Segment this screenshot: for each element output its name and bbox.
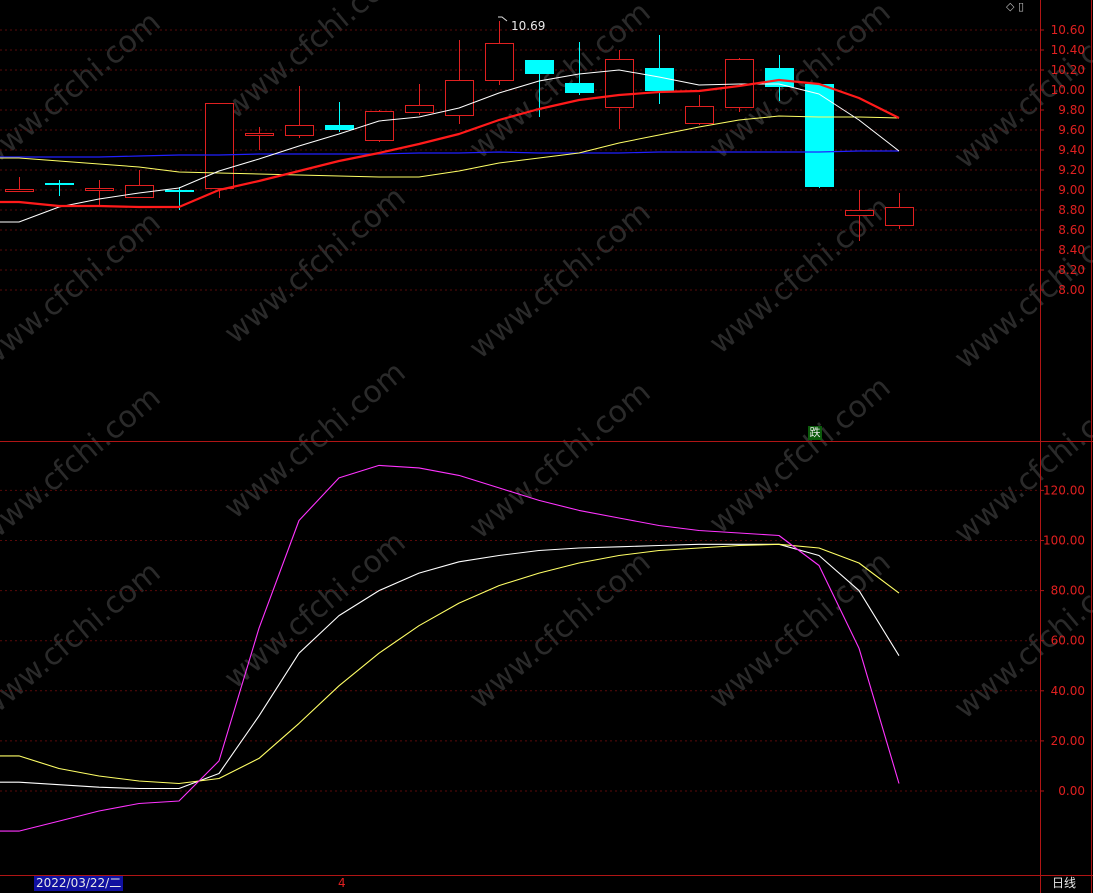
price-tick-label: 8.00 [1058, 283, 1085, 297]
indicator-tick-label: 80.00 [1051, 584, 1085, 598]
diamond-icon[interactable]: ◇ [1006, 0, 1014, 13]
price-tick-label: 8.20 [1058, 263, 1085, 277]
candle-body-up [685, 106, 714, 124]
cursor-date-label: 2022/03/22/二 [34, 876, 124, 891]
indicator-tick-label: 60.00 [1051, 634, 1085, 648]
indicator-tick-label: 40.00 [1051, 684, 1085, 698]
indicator-tick-label: 120.00 [1043, 483, 1085, 497]
candle-body-up [5, 189, 34, 192]
candle-body-up [205, 103, 234, 189]
candle-body-up [885, 207, 914, 226]
candle-body-down [325, 125, 354, 130]
price-tick-label: 8.40 [1058, 243, 1085, 257]
price-tick-label: 9.40 [1058, 143, 1085, 157]
price-axis: 10.60 10.40 10.20 10.00 9.80 9.60 9.40 9.20 9.00… [1040, 23, 1085, 798]
candle-body-up [605, 59, 634, 108]
indicator-tick-label: 0.00 [1058, 784, 1085, 798]
price-tick-label: 10.20 [1051, 63, 1085, 77]
candle-body-down [565, 83, 594, 93]
price-tick-label: 8.60 [1058, 223, 1085, 237]
max-value-label: 10.69 [511, 19, 545, 33]
top-right-icons[interactable]: ◇ ▯ [1006, 0, 1024, 13]
drop-badge: 跌 [808, 426, 822, 440]
candle-body-up [405, 105, 434, 113]
price-tick-label: 9.00 [1058, 183, 1085, 197]
price-tick-label: 9.20 [1058, 163, 1085, 177]
candle-body-down [45, 183, 74, 185]
watermark-layer: www.cfchi.com www.cfchi.com www.cfchi.com w… [0, 0, 1093, 726]
price-tick-label: 9.80 [1058, 103, 1085, 117]
watermark-text: www.cfchi.com [463, 375, 658, 546]
stock-chart[interactable]: www.cfchi.com www.cfchi.com www.cfchi.com w… [0, 0, 1093, 893]
month-marker: 4 [338, 876, 346, 890]
candle-body-down [165, 190, 194, 192]
candle-body-down [805, 84, 834, 187]
price-tick-label: 10.40 [1051, 43, 1085, 57]
period-selector[interactable]: 日线 [1052, 876, 1076, 891]
candle-body-up [245, 133, 274, 136]
max-annotation: 10.69 [498, 16, 545, 33]
candle-body-up [845, 210, 874, 216]
price-tick-label: 9.60 [1058, 123, 1085, 137]
candle-body-up [365, 111, 394, 141]
watermark-text: www.cfchi.com [218, 525, 413, 696]
chart-frame [0, 0, 1093, 893]
candle-body-down [525, 60, 554, 74]
square-icon[interactable]: ▯ [1018, 0, 1024, 13]
watermark-text: www.cfchi.com [463, 195, 658, 366]
watermark-text: www.cfchi.com [948, 380, 1093, 551]
candle-body-up [85, 188, 114, 191]
candle-body-up [285, 125, 314, 136]
watermark-text: www.cfchi.com [218, 0, 413, 126]
watermark-text: www.cfchi.com [703, 370, 898, 541]
price-tick-label: 10.00 [1051, 83, 1085, 97]
price-tick-label: 10.60 [1051, 23, 1085, 37]
watermark-text: www.cfchi.com [218, 355, 413, 526]
indicator-tick-label: 20.00 [1051, 734, 1085, 748]
max-pointer [498, 16, 508, 22]
indicator-tick-label: 100.00 [1043, 534, 1085, 548]
candle-body-up [485, 43, 514, 81]
watermark-text: www.cfchi.com [0, 380, 167, 551]
watermark-text: www.cfchi.com [218, 180, 413, 351]
ma-longest-line [0, 150, 899, 158]
price-tick-label: 8.80 [1058, 203, 1085, 217]
